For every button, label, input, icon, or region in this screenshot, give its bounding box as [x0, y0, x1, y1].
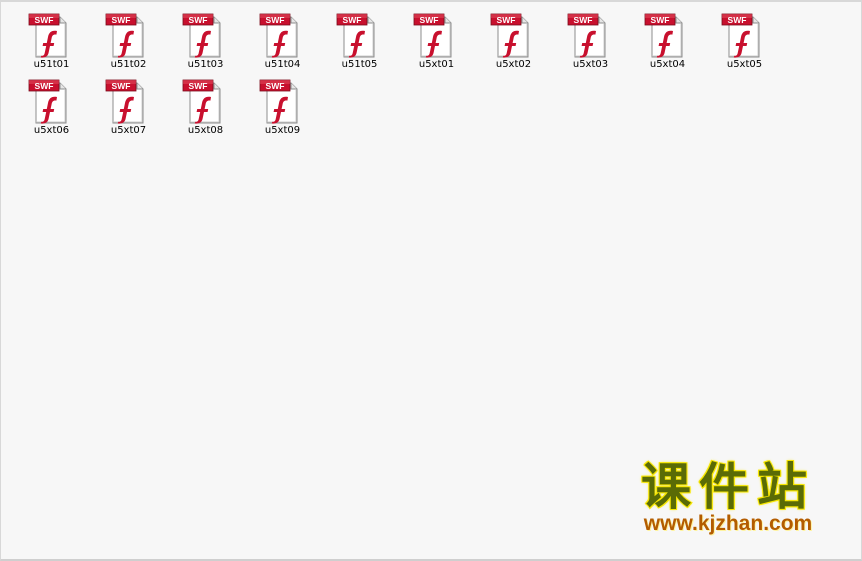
- file-item-u51t01[interactable]: SWF u51t01: [13, 11, 90, 71]
- file-grid: SWF u51t01 SWF u51t02 SWF u51t03 SWF u51…: [13, 11, 858, 137]
- swf-file-icon: SWF: [644, 13, 683, 58]
- swf-file-icon: SWF: [567, 13, 606, 58]
- swf-badge-label: SWF: [651, 15, 670, 25]
- swf-file-icon: SWF: [28, 79, 67, 124]
- file-name-label: u5xt04: [649, 59, 686, 70]
- swf-file-icon: SWF: [182, 79, 221, 124]
- file-item-u5xt09[interactable]: SWF u5xt09: [244, 77, 321, 137]
- file-name-label: u5xt09: [264, 125, 301, 136]
- file-item-u51t05[interactable]: SWF u51t05: [321, 11, 398, 71]
- file-name-label: u5xt01: [418, 59, 455, 70]
- watermark-url: www.kjzhan.com: [643, 512, 813, 535]
- file-item-u5xt03[interactable]: SWF u5xt03: [552, 11, 629, 71]
- swf-badge-label: SWF: [112, 81, 131, 91]
- swf-badge-label: SWF: [266, 81, 285, 91]
- file-item-u5xt07[interactable]: SWF u5xt07: [90, 77, 167, 137]
- swf-file-icon: SWF: [105, 13, 144, 58]
- swf-badge-label: SWF: [35, 15, 54, 25]
- swf-file-icon: SWF: [490, 13, 529, 58]
- file-name-label: u51t03: [187, 59, 224, 70]
- swf-badge-label: SWF: [35, 81, 54, 91]
- swf-file-icon: SWF: [259, 79, 298, 124]
- file-name-label: u5xt05: [726, 59, 763, 70]
- file-name-label: u51t01: [33, 59, 70, 70]
- swf-badge-label: SWF: [497, 15, 516, 25]
- watermark-title: 课件站: [640, 457, 815, 517]
- file-name-label: u51t02: [110, 59, 147, 70]
- file-item-u51t03[interactable]: SWF u51t03: [167, 11, 244, 71]
- file-name-label: u51t05: [341, 59, 378, 70]
- swf-file-icon: SWF: [336, 13, 375, 58]
- swf-badge-label: SWF: [574, 15, 593, 25]
- swf-badge-label: SWF: [343, 15, 362, 25]
- swf-file-icon: SWF: [721, 13, 760, 58]
- swf-badge-label: SWF: [420, 15, 439, 25]
- swf-badge-label: SWF: [189, 81, 208, 91]
- file-item-u5xt01[interactable]: SWF u5xt01: [398, 11, 475, 71]
- file-name-label: u5xt02: [495, 59, 532, 70]
- file-item-u5xt05[interactable]: SWF u5xt05: [706, 11, 783, 71]
- swf-badge-label: SWF: [728, 15, 747, 25]
- swf-file-icon: SWF: [105, 79, 144, 124]
- file-item-u51t04[interactable]: SWF u51t04: [244, 11, 321, 71]
- swf-file-icon: SWF: [259, 13, 298, 58]
- swf-badge-label: SWF: [189, 15, 208, 25]
- swf-file-icon: SWF: [28, 13, 67, 58]
- file-item-u5xt08[interactable]: SWF u5xt08: [167, 77, 244, 137]
- swf-file-icon: SWF: [182, 13, 221, 58]
- file-name-label: u5xt03: [572, 59, 609, 70]
- swf-file-icon: SWF: [413, 13, 452, 58]
- swf-badge-label: SWF: [266, 15, 285, 25]
- file-item-u51t02[interactable]: SWF u51t02: [90, 11, 167, 71]
- file-item-u5xt02[interactable]: SWF u5xt02: [475, 11, 552, 71]
- file-name-label: u5xt08: [187, 125, 224, 136]
- watermark-logo: 课件站 www.kjzhan.com: [612, 457, 844, 542]
- file-name-label: u5xt07: [110, 125, 147, 136]
- file-name-label: u51t04: [264, 59, 301, 70]
- file-item-u5xt04[interactable]: SWF u5xt04: [629, 11, 706, 71]
- swf-badge-label: SWF: [112, 15, 131, 25]
- file-name-label: u5xt06: [33, 125, 70, 136]
- file-item-u5xt06[interactable]: SWF u5xt06: [13, 77, 90, 137]
